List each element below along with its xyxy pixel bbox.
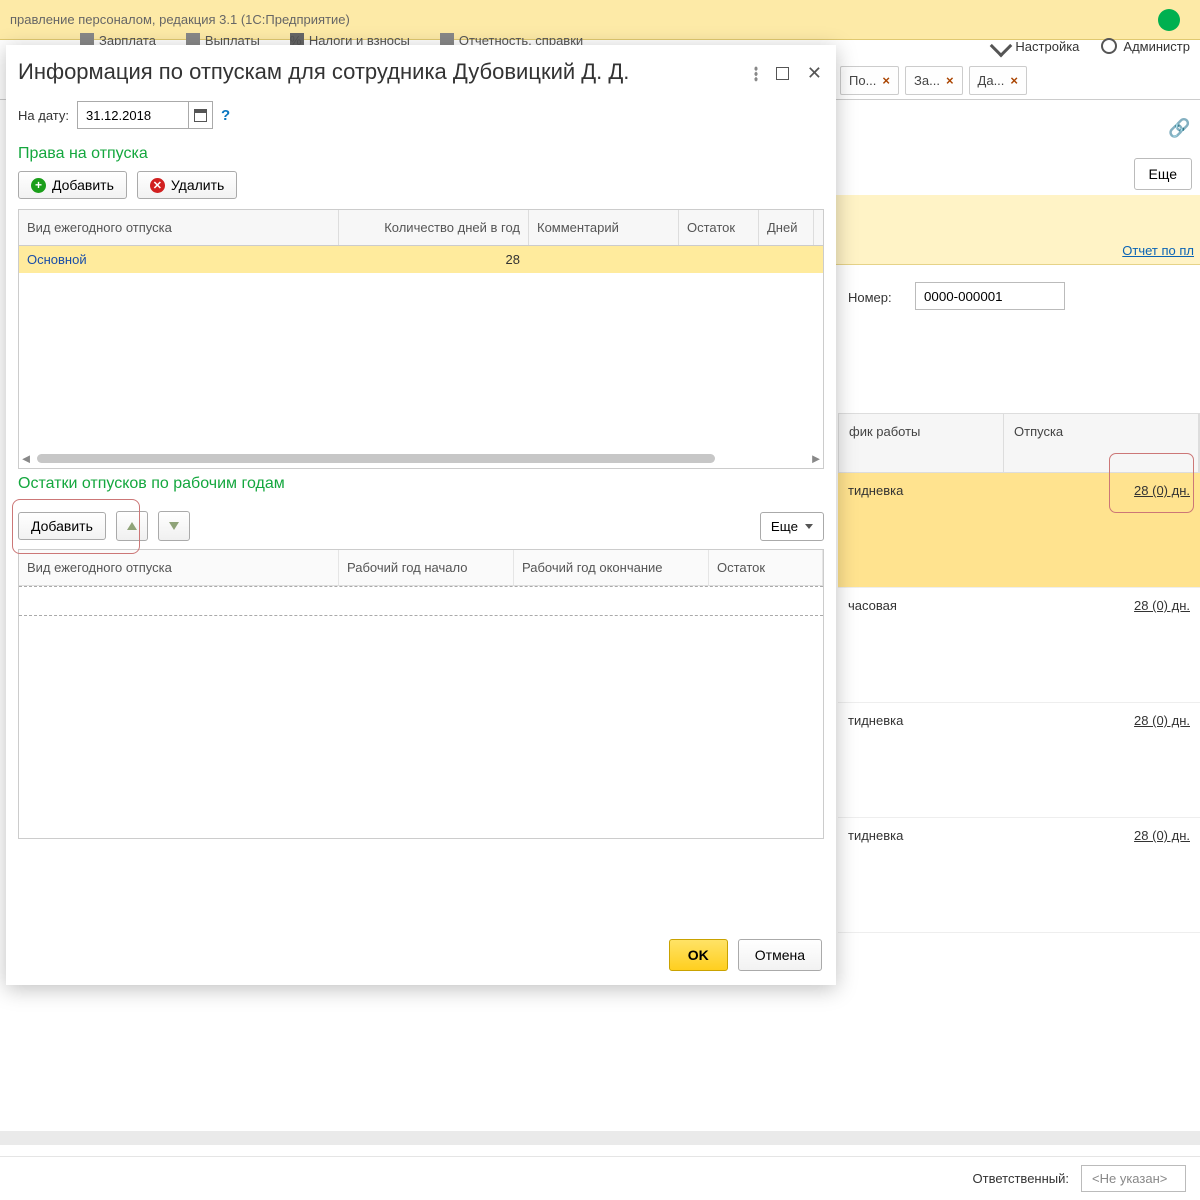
bg-col-schedule: фик работы — [839, 414, 1004, 472]
rights-toolbar: +Добавить ✕Удалить — [18, 171, 824, 199]
col-remainder: Остаток — [709, 550, 823, 585]
arrow-up-icon — [127, 522, 137, 530]
tab-close-icon[interactable]: × — [946, 73, 954, 88]
close-icon[interactable]: ✕ — [807, 63, 822, 84]
help-icon[interactable]: ? — [221, 107, 230, 124]
status-bar: Ответственный: <Не указан> — [0, 1156, 1200, 1200]
bg-vacation-link[interactable]: 28 (0) дн. — [1134, 828, 1190, 843]
link-icon-row: 🔗 — [1168, 118, 1190, 136]
section-balances-title: Остатки отпусков по рабочим годам — [18, 475, 824, 493]
bg-more-button[interactable]: Еще — [1134, 158, 1193, 190]
add-balance-button[interactable]: Добавить — [18, 512, 106, 540]
col-comment: Комментарий — [529, 210, 679, 245]
dialog-title: Информация по отпускам для сотрудника Ду… — [18, 59, 754, 85]
col-days: Дней — [759, 210, 814, 245]
col-vacation-type: Вид ежегодного отпуска — [19, 550, 339, 585]
maximize-icon[interactable] — [776, 67, 789, 80]
scrollbar-thumb[interactable] — [37, 454, 715, 463]
bg-row-1[interactable]: тидневка 28 (0) дн. — [838, 473, 1200, 588]
calendar-icon — [194, 109, 207, 122]
bg-row-3[interactable]: тидневка 28 (0) дн. — [838, 703, 1200, 818]
plus-icon: + — [31, 178, 46, 193]
col-vacation-type: Вид ежегодного отпуска — [19, 210, 339, 245]
more-button[interactable]: Еще — [760, 512, 824, 541]
cell-days: 28 — [339, 246, 529, 273]
date-label: На дату: — [18, 108, 69, 123]
empty-row-placeholder[interactable] — [19, 586, 823, 616]
bg-tab-1[interactable]: По...× — [840, 66, 899, 95]
balances-grid: Вид ежегодного отпуска Рабочий год начал… — [18, 549, 824, 839]
rights-grid-body[interactable]: Основной 28 — [19, 246, 823, 449]
app-title-fragment: правление персоналом, редакция 3.1 (1С:П… — [10, 12, 350, 27]
bg-number-label: Номер: — [848, 290, 892, 305]
horizontal-scrollbar[interactable] — [0, 1131, 1200, 1145]
menu-admin[interactable]: Администр — [1101, 38, 1190, 54]
link-icon[interactable]: 🔗 — [1168, 118, 1190, 136]
caret-down-icon — [805, 524, 813, 529]
scroll-right-icon[interactable]: ► — [809, 451, 823, 466]
bg-row-4[interactable]: тидневка 28 (0) дн. — [838, 818, 1200, 933]
date-input[interactable] — [78, 103, 188, 128]
kebab-icon[interactable] — [754, 66, 758, 82]
rights-grid: Вид ежегодного отпуска Количество дней в… — [18, 209, 824, 469]
gear-icon — [1101, 38, 1117, 54]
bg-tab-2[interactable]: За...× — [905, 66, 963, 95]
bg-vacation-link[interactable]: 28 (0) дн. — [1134, 598, 1190, 613]
section-rights-title: Права на отпуска — [18, 145, 824, 163]
col-year-end: Рабочий год окончание — [514, 550, 709, 585]
grid-hscroll[interactable]: ◄ ► — [19, 449, 823, 468]
ok-button[interactable]: OK — [669, 939, 728, 971]
balances-grid-header: Вид ежегодного отпуска Рабочий год начал… — [19, 550, 823, 586]
bg-number-input[interactable] — [915, 282, 1065, 310]
cancel-button[interactable]: Отмена — [738, 939, 822, 971]
scroll-left-icon[interactable]: ◄ — [19, 451, 33, 466]
col-days-per-year: Количество дней в год — [339, 210, 529, 245]
move-up-button[interactable] — [116, 511, 148, 541]
dialog-footer: OK Отмена — [6, 927, 836, 985]
tab-close-icon[interactable]: × — [882, 73, 890, 88]
tab-close-icon[interactable]: × — [1010, 73, 1018, 88]
move-down-button[interactable] — [158, 511, 190, 541]
bg-tab-3[interactable]: Да...× — [969, 66, 1027, 95]
delete-button[interactable]: ✕Удалить — [137, 171, 237, 199]
cell-remainder — [679, 246, 759, 273]
date-row: На дату: ? — [18, 101, 824, 129]
bg-row-2[interactable]: часовая 28 (0) дн. — [838, 588, 1200, 703]
balances-toolbar: Добавить Еще — [18, 511, 824, 541]
right-menu: Настройка Администр — [993, 38, 1200, 54]
bg-vacation-link[interactable]: 28 (0) дн. — [1134, 713, 1190, 728]
dialog-titlebar: Информация по отпускам для сотрудника Ду… — [6, 45, 836, 91]
bg-report-link[interactable]: Отчет по пл — [1122, 243, 1194, 258]
col-remainder: Остаток — [679, 210, 759, 245]
responsible-value[interactable]: <Не указан> — [1081, 1165, 1186, 1192]
cell-type: Основной — [19, 246, 339, 273]
table-row[interactable]: Основной 28 — [19, 246, 823, 273]
balances-grid-body[interactable] — [19, 616, 823, 838]
calendar-button[interactable] — [188, 102, 212, 128]
cell-comment — [529, 246, 679, 273]
menu-settings[interactable]: Настройка — [993, 38, 1079, 54]
responsible-label: Ответственный: — [973, 1171, 1069, 1186]
wrench-icon — [990, 35, 1013, 58]
col-year-start: Рабочий год начало — [339, 550, 514, 585]
highlight-marker — [1109, 453, 1194, 513]
vacation-info-dialog: Информация по отпускам для сотрудника Ду… — [6, 45, 836, 985]
arrow-down-icon — [169, 522, 179, 530]
cell-days2 — [759, 246, 814, 273]
delete-icon: ✕ — [150, 178, 165, 193]
add-button[interactable]: +Добавить — [18, 171, 127, 199]
rights-grid-header: Вид ежегодного отпуска Количество дней в… — [19, 210, 823, 246]
date-input-group — [77, 101, 213, 129]
